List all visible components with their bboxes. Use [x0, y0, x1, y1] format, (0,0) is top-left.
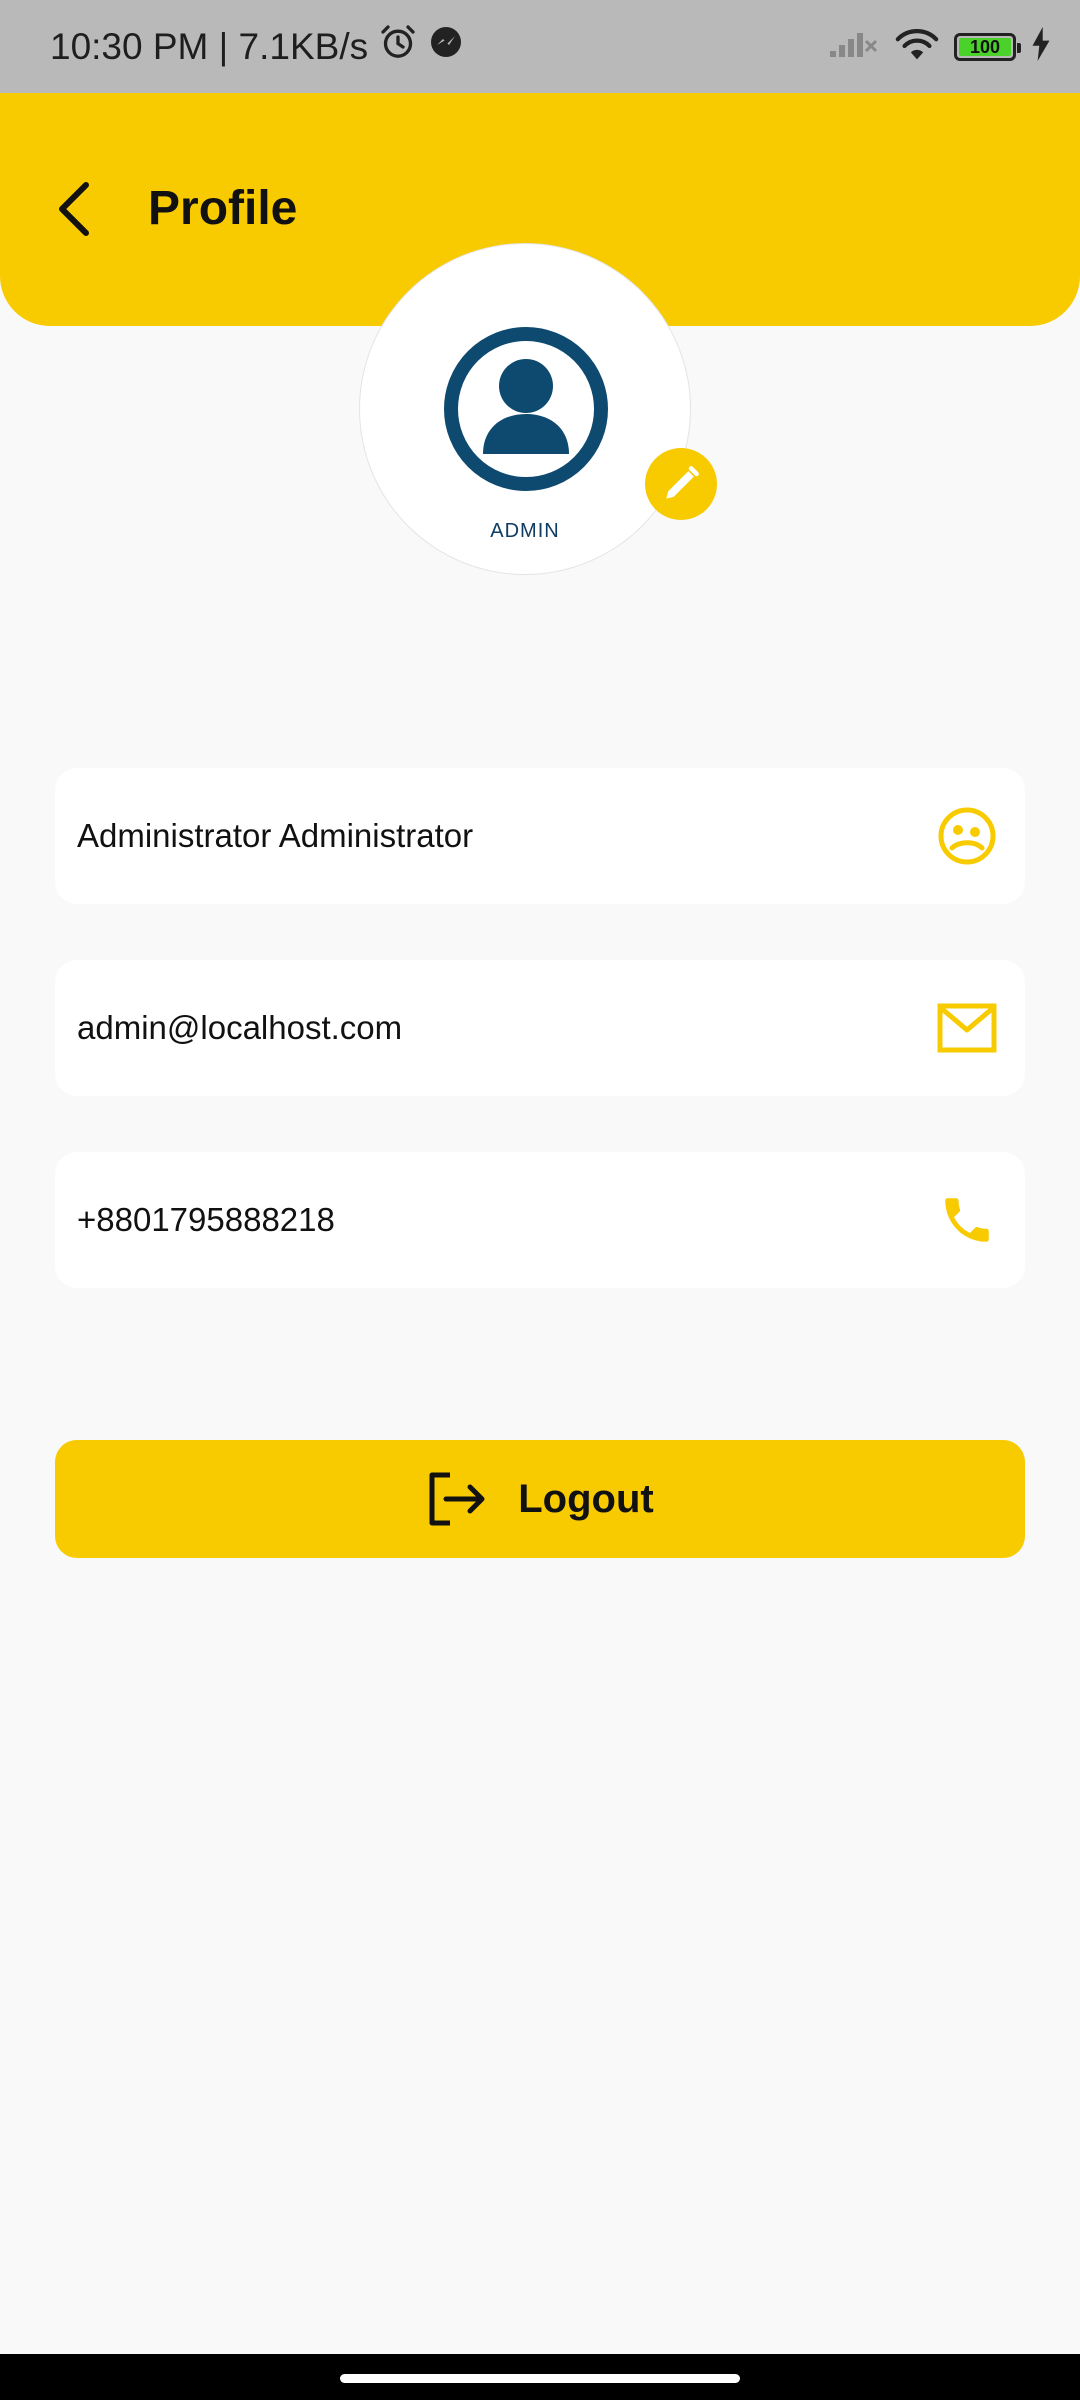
phone-icon: [933, 1186, 1001, 1254]
page-title: Profile: [148, 182, 298, 235]
email-field[interactable]: admin@localhost.com: [55, 960, 1025, 1096]
chevron-left-icon: [59, 182, 89, 236]
logout-button[interactable]: Logout: [55, 1440, 1025, 1558]
battery-icon: 100: [954, 32, 1021, 61]
edit-avatar-button[interactable]: [645, 448, 717, 520]
battery-level: 100: [959, 37, 1011, 56]
name-field[interactable]: Administrator Administrator: [55, 768, 1025, 904]
status-time-speed: 10:30 PM | 7.1KB/s: [50, 25, 369, 67]
status-right: 100: [828, 0, 1052, 93]
back-button[interactable]: [38, 173, 110, 245]
email-value: admin@localhost.com: [77, 1009, 403, 1046]
mail-icon: [933, 994, 1001, 1062]
home-indicator[interactable]: [340, 2374, 740, 2383]
signal-icon: [828, 29, 880, 64]
alarm-icon: [378, 22, 418, 71]
face-icon: [933, 802, 1001, 870]
status-bar: 10:30 PM | 7.1KB/s 100: [0, 0, 1080, 93]
charging-icon: [1030, 27, 1052, 66]
name-value: Administrator Administrator: [77, 817, 474, 854]
avatar-label: ADMIN: [490, 520, 560, 542]
wifi-icon: [894, 26, 940, 67]
phone-value: +8801795888218: [77, 1201, 335, 1238]
logout-label: Logout: [518, 1476, 654, 1521]
status-left: 10:30 PM | 7.1KB/s: [50, 0, 464, 93]
messenger-icon: [428, 24, 464, 69]
logout-icon: [429, 1472, 485, 1526]
phone-field[interactable]: +8801795888218: [55, 1152, 1025, 1288]
pencil-icon: [666, 466, 699, 499]
avatar[interactable]: ADMIN: [360, 244, 690, 574]
system-nav-bar: [0, 2354, 1080, 2400]
user-avatar-icon: [444, 327, 608, 491]
